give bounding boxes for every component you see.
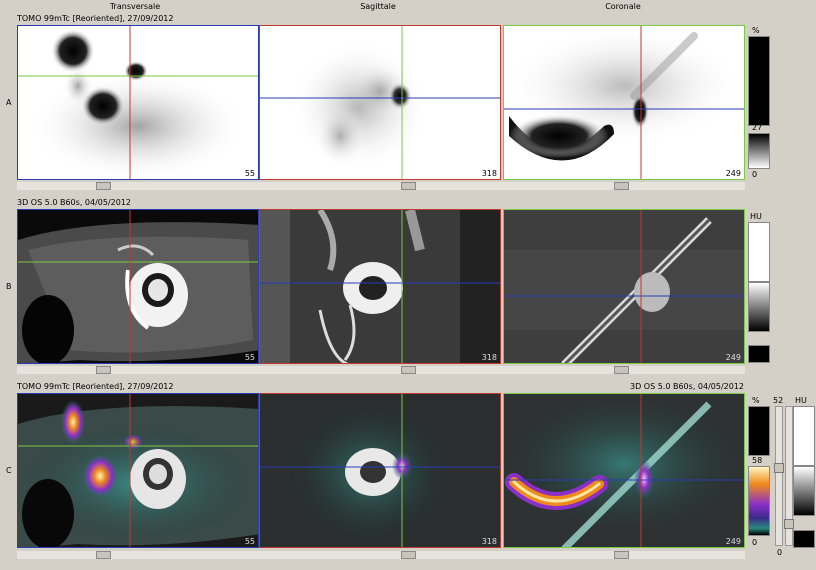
slider-track-c [17, 551, 745, 559]
series-label-a: TOMO 99mTc [Reoriented], 27/09/2012 [17, 14, 174, 23]
lut-ct-min-c: 0 [777, 548, 783, 557]
lut-value-c: 58 [752, 456, 763, 465]
slice-number: 318 [481, 537, 497, 546]
blend-slider-thumb-c[interactable] [784, 519, 794, 529]
column-header-transversale: Transversale [109, 2, 161, 11]
row-label-b: B [6, 282, 12, 291]
series-label-c-right: 3D OS 5.0 B60s, 04/05/2012 [630, 382, 745, 391]
slice-number: 249 [725, 353, 741, 362]
slider-track-a [17, 182, 745, 190]
slice-slider-b-sagittale[interactable] [401, 366, 416, 374]
viewport-b-transversale[interactable]: 55 [17, 209, 259, 364]
lut-ct-unit-c: HU [795, 396, 807, 405]
slice-number: 318 [481, 353, 497, 362]
slice-number: 55 [244, 353, 255, 362]
row-label-c: C [6, 466, 12, 475]
slice-number: 318 [481, 169, 497, 178]
slice-slider-a-coronale[interactable] [614, 182, 629, 190]
slider-track-b [17, 366, 745, 374]
spect-coronal-image [504, 26, 744, 179]
opacity-slider-thumb-c[interactable] [774, 463, 784, 473]
lut-ct-top-c: 52 [773, 396, 784, 405]
lut-unit-a: % [752, 26, 760, 35]
lut-value-a: 27 [752, 123, 763, 132]
slice-slider-a-sagittale[interactable] [401, 182, 416, 190]
slice-number: 249 [725, 537, 741, 546]
slice-slider-a-transversale[interactable] [96, 182, 111, 190]
lut-bar-c-ct-bottom [793, 530, 815, 548]
viewport-b-sagittale[interactable]: 318 [259, 209, 501, 364]
lut-bar-b-bottom [748, 345, 770, 363]
lut-unit-c: % [752, 396, 760, 405]
slice-number: 55 [244, 169, 255, 178]
lut-unit-b: HU [750, 212, 762, 221]
viewport-c-coronale[interactable]: 249 [503, 393, 745, 548]
spect-sagittal-image [260, 26, 500, 179]
column-header-coronale: Coronale [605, 2, 641, 11]
viewport-c-sagittale[interactable]: 318 [259, 393, 501, 548]
column-header-sagittale: Sagittale [360, 2, 396, 11]
lut-bar-c-hot[interactable] [748, 466, 770, 536]
lut-bar-c-top [748, 406, 770, 456]
lut-bar-a-gradient[interactable] [748, 133, 770, 169]
row-label-a: A [6, 98, 12, 107]
lut-bar-a-top [748, 36, 770, 126]
lut-bar-c-ct-top [793, 406, 815, 466]
viewport-c-transversale[interactable]: 55 [17, 393, 259, 548]
ct-sagittal-image [260, 210, 500, 363]
viewport-a-coronale[interactable]: 249 [503, 25, 745, 180]
ct-coronal-image [504, 210, 744, 363]
slice-slider-c-transversale[interactable] [96, 551, 111, 559]
viewport-a-sagittale[interactable]: 318 [259, 25, 501, 180]
opacity-slider-c[interactable] [774, 406, 784, 546]
slice-slider-b-transversale[interactable] [96, 366, 111, 374]
ct-transversal-image [18, 210, 258, 363]
spect-transversal-image [18, 26, 258, 179]
fusion-transversal-image [18, 394, 258, 547]
fusion-coronal-image [504, 394, 744, 547]
series-label-b: 3D OS 5.0 B60s, 04/05/2012 [17, 198, 132, 207]
slice-slider-c-coronale[interactable] [614, 551, 629, 559]
lut-min-a: 0 [752, 170, 758, 179]
lut-bar-b-gradient[interactable] [748, 282, 770, 332]
slice-number: 249 [725, 169, 741, 178]
lut-bar-c-ct-gradient[interactable] [793, 466, 815, 516]
series-label-c-left: TOMO 99mTc [Reoriented], 27/09/2012 [17, 382, 174, 391]
fusion-sagittal-image [260, 394, 500, 547]
lut-min-c: 0 [752, 538, 758, 547]
viewport-a-transversale[interactable]: 55 [17, 25, 259, 180]
lut-bar-b-top [748, 222, 770, 282]
slice-slider-b-coronale[interactable] [614, 366, 629, 374]
blend-slider-c[interactable] [784, 406, 794, 546]
slice-slider-c-sagittale[interactable] [401, 551, 416, 559]
viewport-b-coronale[interactable]: 249 [503, 209, 745, 364]
slice-number: 55 [244, 537, 255, 546]
